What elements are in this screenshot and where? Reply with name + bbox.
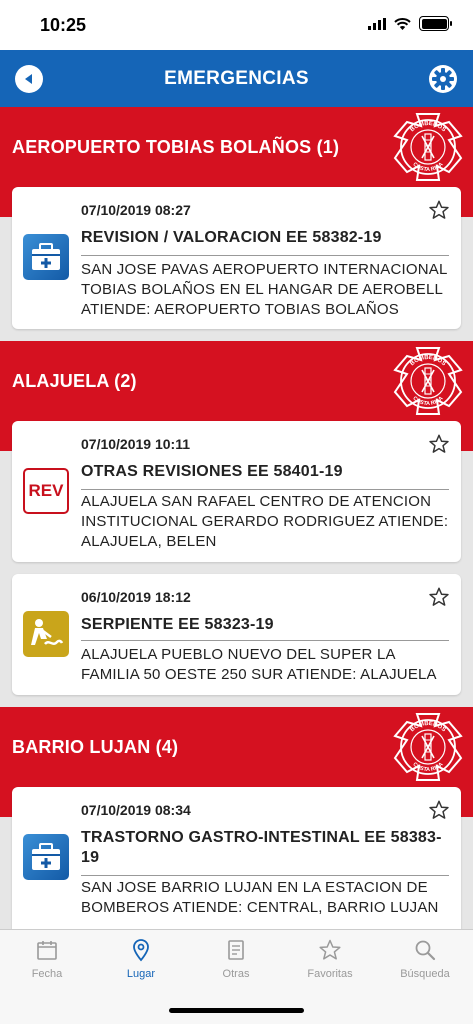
tab-label: Búsqueda (400, 968, 450, 980)
favorite-star-icon[interactable] (428, 199, 450, 221)
section-title: AEROPUERTO TOBIAS BOLAÑOS (1) (12, 137, 340, 157)
card-description: SAN JOSE BARRIO LUJAN EN LA ESTACION DE … (81, 879, 439, 916)
section-alajuela: ALAJUELA (2) BOMBEROS COSTA RICA 07/10/20… (0, 341, 473, 707)
card-divider (81, 875, 449, 876)
section-header: BARRIO LUJAN (4) BOMBEROS COSTA RICA (0, 707, 473, 787)
section-header: ALAJUELA (2) BOMBEROS COSTA RICA (0, 341, 473, 421)
section-header: AEROPUERTO TOBIAS BOLAÑOS (1) BOMBEROS CO… (0, 107, 473, 187)
tab-favoritas[interactable]: Favoritas (283, 938, 377, 980)
card-description: ALAJUELA PUEBLO NUEVO DEL SUPER LA FAMIL… (81, 646, 437, 683)
emergency-card[interactable]: 07/10/2019 10:11 REV OTRAS REVISIONES EE… (12, 421, 461, 562)
section-aeropuerto: AEROPUERTO TOBIAS BOLAÑOS (1) BOMBEROS CO… (0, 107, 473, 341)
location-pin-icon (133, 939, 149, 962)
page-title: EMERGENCIAS (164, 68, 309, 89)
section-barrio-lujan: BARRIO LUJAN (4) BOMBEROS COSTA RICA 07/1… (0, 707, 473, 929)
card-description: SAN JOSE PAVAS AEROPUERTO INTERNACIONAL … (81, 261, 447, 318)
nav-bar: EMERGENCIAS (0, 50, 473, 107)
card-date: 06/10/2019 18:12 (81, 589, 191, 605)
tab-label: Fecha (31, 968, 63, 980)
star-icon (319, 939, 341, 960)
bomberos-logo-icon: BOMBEROSCOSTA RICA (393, 713, 463, 781)
status-bar: 10:25 (0, 0, 473, 50)
card-divider (81, 489, 449, 490)
status-icons (368, 16, 452, 31)
wifi-icon (394, 17, 411, 30)
tab-label: Favoritas (307, 968, 353, 980)
tab-label: Lugar (126, 968, 156, 980)
favorite-star-icon[interactable] (428, 433, 450, 455)
card-title: REVISION / VALORACION EE 58382-19 (81, 229, 382, 246)
search-icon (415, 940, 436, 961)
calendar-icon (37, 941, 57, 960)
bomberos-logo-icon: BOMBEROSCOSTA RICA (393, 113, 463, 181)
card-divider (81, 640, 449, 641)
tab-busqueda[interactable]: Búsqueda (378, 938, 472, 980)
card-title: TRASTORNO GASTRO-INTESTINAL EE 58383-19 (81, 829, 442, 866)
document-icon (228, 940, 244, 960)
snake-rescue-icon (23, 611, 69, 657)
medical-kit-icon (23, 234, 69, 280)
emergency-card[interactable]: 07/10/2019 08:27 REVISION / VALORACION E… (12, 187, 461, 329)
bomberos-logo-icon: BOMBEROSCOSTA RICA (393, 347, 463, 415)
signal-icon (368, 17, 386, 30)
emergency-card[interactable]: 06/10/2019 18:12 SERPIENTE EE 58323-19 A… (12, 574, 461, 695)
tab-lugar[interactable]: Lugar (94, 938, 188, 980)
tab-fecha[interactable]: Fecha (0, 938, 94, 980)
tab-otras[interactable]: Otras (189, 938, 283, 980)
favorite-star-icon[interactable] (428, 799, 450, 821)
card-date: 07/10/2019 08:34 (81, 802, 191, 818)
section-title: BARRIO LUJAN (4) (12, 737, 179, 757)
rev-badge-icon: REV (23, 468, 69, 514)
card-title: SERPIENTE EE 58323-19 (81, 616, 274, 633)
home-indicator (169, 1008, 304, 1013)
favorite-star-icon[interactable] (428, 586, 450, 608)
card-divider (81, 255, 449, 256)
emergency-card[interactable]: 07/10/2019 08:34 TRASTORNO GASTRO-INTEST… (12, 787, 461, 929)
card-date: 07/10/2019 08:27 (81, 202, 191, 218)
medical-kit-icon (23, 834, 69, 880)
card-title: OTRAS REVISIONES EE 58401-19 (81, 463, 343, 480)
battery-icon (419, 16, 452, 31)
card-date: 07/10/2019 10:11 (81, 436, 190, 452)
card-description: ALAJUELA SAN RAFAEL CENTRO DE ATENCION I… (81, 493, 449, 550)
settings-gear-icon[interactable] (428, 64, 458, 94)
status-time: 10:25 (40, 15, 87, 35)
emergency-list[interactable]: AEROPUERTO TOBIAS BOLAÑOS (1) BOMBEROS CO… (0, 107, 473, 929)
section-title: ALAJUELA (2) (12, 371, 137, 391)
tab-label: Otras (222, 968, 250, 980)
